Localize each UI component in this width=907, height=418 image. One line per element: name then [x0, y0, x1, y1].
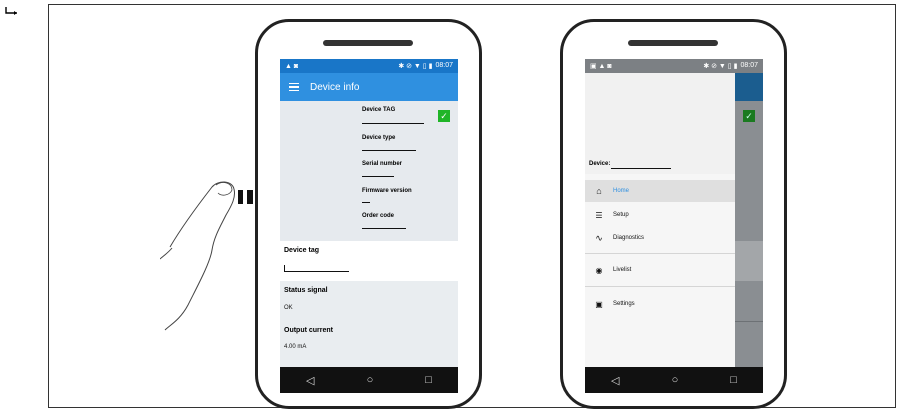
navigation-bar: ◁ ○ □ — [585, 367, 763, 393]
status-left-icons: ▣ ▲ ◙ — [590, 63, 612, 70]
order-code-row: Order code — [362, 213, 406, 229]
navigation-drawer: Device: ⌂ Home ☰ Setup ∿ Diagnostics ◉ L… — [585, 73, 735, 367]
order-code-value-line — [362, 228, 406, 229]
broadcast-icon: ◉ — [595, 265, 603, 275]
device-info-screen: ▲ ◙ ✱ ⊘ ▼ ▯ ▮ 08:07 Device info Device T… — [280, 59, 458, 393]
home-nav-icon[interactable]: ○ — [367, 374, 374, 386]
firmware-version-row: Firmware version — [362, 188, 412, 203]
dimmed-content — [735, 241, 763, 281]
left-phone: ▲ ◙ ✱ ⊘ ▼ ▯ ▮ 08:07 Device info Device T… — [255, 19, 482, 409]
drawer-divider — [585, 286, 735, 287]
recent-apps-icon[interactable]: □ — [425, 374, 432, 386]
info-label-order-code: Order code — [362, 213, 395, 219]
menu-item-setup[interactable]: ☰ Setup — [585, 204, 735, 226]
finger-icon — [160, 181, 235, 331]
back-icon[interactable]: ◁ — [306, 374, 314, 387]
menu-label-livelist: Livelist — [613, 267, 632, 273]
menu-label-home: Home — [613, 188, 630, 194]
firmware-version-value-line — [362, 202, 370, 203]
settings-icon: ▣ — [595, 299, 603, 309]
step-result-arrow-icon — [5, 7, 17, 15]
output-current-card: Output current 4.00 mA — [280, 321, 458, 369]
device-tag-label: Device tag — [284, 247, 320, 254]
menu-label-setup: Setup — [613, 212, 629, 218]
check-icon: ✓ — [438, 110, 450, 122]
menu-item-settings[interactable]: ▣ Settings — [585, 293, 735, 315]
app-bar: Device info — [280, 73, 458, 101]
home-nav-icon[interactable]: ○ — [672, 374, 679, 386]
status-signal-card: Status signal OK — [280, 281, 458, 322]
info-label-device-type: Device type — [362, 135, 396, 141]
serial-number-row: Serial number — [362, 161, 402, 177]
device-type-value-line — [362, 150, 416, 151]
status-signal-label: Status signal — [284, 287, 328, 294]
info-label-device-tag: Device TAG — [362, 107, 396, 113]
status-time: 08:07 — [740, 62, 758, 69]
output-current-value: 4.00 mA — [284, 344, 307, 350]
output-current-label: Output current — [284, 327, 333, 334]
device-tag-row: Device TAG — [362, 107, 424, 124]
device-type-row: Device type — [362, 135, 416, 151]
back-icon[interactable]: ◁ — [611, 374, 619, 387]
menu-item-home[interactable]: ⌂ Home — [585, 180, 735, 202]
sliders-icon: ☰ — [595, 210, 603, 220]
status-bar: ▲ ◙ ✱ ⊘ ▼ ▯ ▮ 08:07 — [280, 59, 458, 73]
menu-item-diagnostics[interactable]: ∿ Diagnostics — [585, 227, 735, 249]
device-label: Device: — [589, 161, 611, 167]
status-time: 08:07 — [435, 62, 453, 69]
navigation-bar: ◁ ○ □ — [280, 367, 458, 393]
device-value-line — [611, 168, 671, 169]
pulse-icon: ∿ — [595, 232, 603, 243]
menu-label-settings: Settings — [613, 301, 635, 307]
status-left-icons: ▲ ◙ — [285, 62, 299, 70]
app-bar-title: Device info — [310, 81, 360, 93]
drawer-divider — [585, 253, 735, 254]
menu-item-livelist[interactable]: ◉ Livelist — [585, 259, 735, 281]
dimmed-check-icon: ✓ — [743, 110, 755, 122]
speaker-slot — [323, 40, 413, 46]
dimmed-content-divider — [735, 321, 763, 322]
speaker-slot — [628, 40, 718, 46]
home-icon: ⌂ — [596, 186, 602, 196]
info-label-firmware-version: Firmware version — [362, 188, 412, 194]
menu-drawer-screen: ✓ ▣ ▲ ◙ ✱ ⊘ ▼ ▯ ▮ 08:07 Device: ⌂ Home ☰… — [585, 59, 763, 393]
drawer-header: Device: — [585, 73, 735, 174]
device-info-panel: Device TAG ✓ Device type Serial number F… — [280, 101, 458, 241]
status-signal-value: OK — [284, 305, 293, 311]
device-tag-value-line — [362, 123, 424, 124]
info-label-serial-number: Serial number — [362, 161, 403, 167]
serial-number-value-line — [362, 176, 394, 177]
status-right-icons: ✱ ⊘ ▼ ▯ ▮ — [398, 63, 433, 70]
menu-icon[interactable] — [289, 83, 299, 91]
dimmed-app-bar — [735, 73, 763, 101]
device-tag-card[interactable]: Device tag — [280, 241, 458, 281]
recent-apps-icon[interactable]: □ — [730, 374, 737, 386]
right-phone: ✓ ▣ ▲ ◙ ✱ ⊘ ▼ ▯ ▮ 08:07 Device: ⌂ Home ☰… — [560, 19, 787, 409]
status-right-icons: ✱ ⊘ ▼ ▯ ▮ — [703, 63, 738, 70]
menu-label-diagnostics: Diagnostics — [613, 235, 645, 241]
device-tag-input[interactable] — [284, 265, 349, 272]
status-bar: ▣ ▲ ◙ ✱ ⊘ ▼ ▯ ▮ 08:07 — [585, 59, 763, 73]
